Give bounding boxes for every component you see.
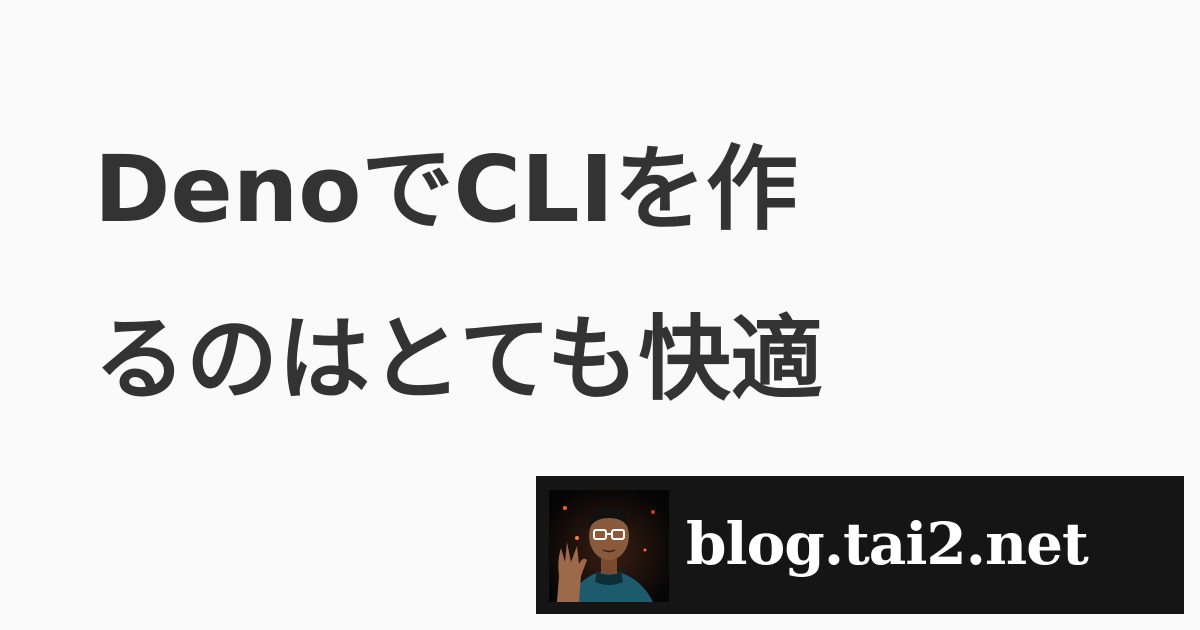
- title-line-2: るのはとても快適: [94, 306, 823, 413]
- title-line-1: DenoでCLIを作: [94, 136, 798, 243]
- site-footer-bar: blog.tai2.net: [536, 476, 1184, 614]
- person-avatar-icon: [549, 490, 669, 602]
- avatar: [549, 490, 669, 602]
- site-domain-label: blog.tai2.net: [686, 510, 1089, 578]
